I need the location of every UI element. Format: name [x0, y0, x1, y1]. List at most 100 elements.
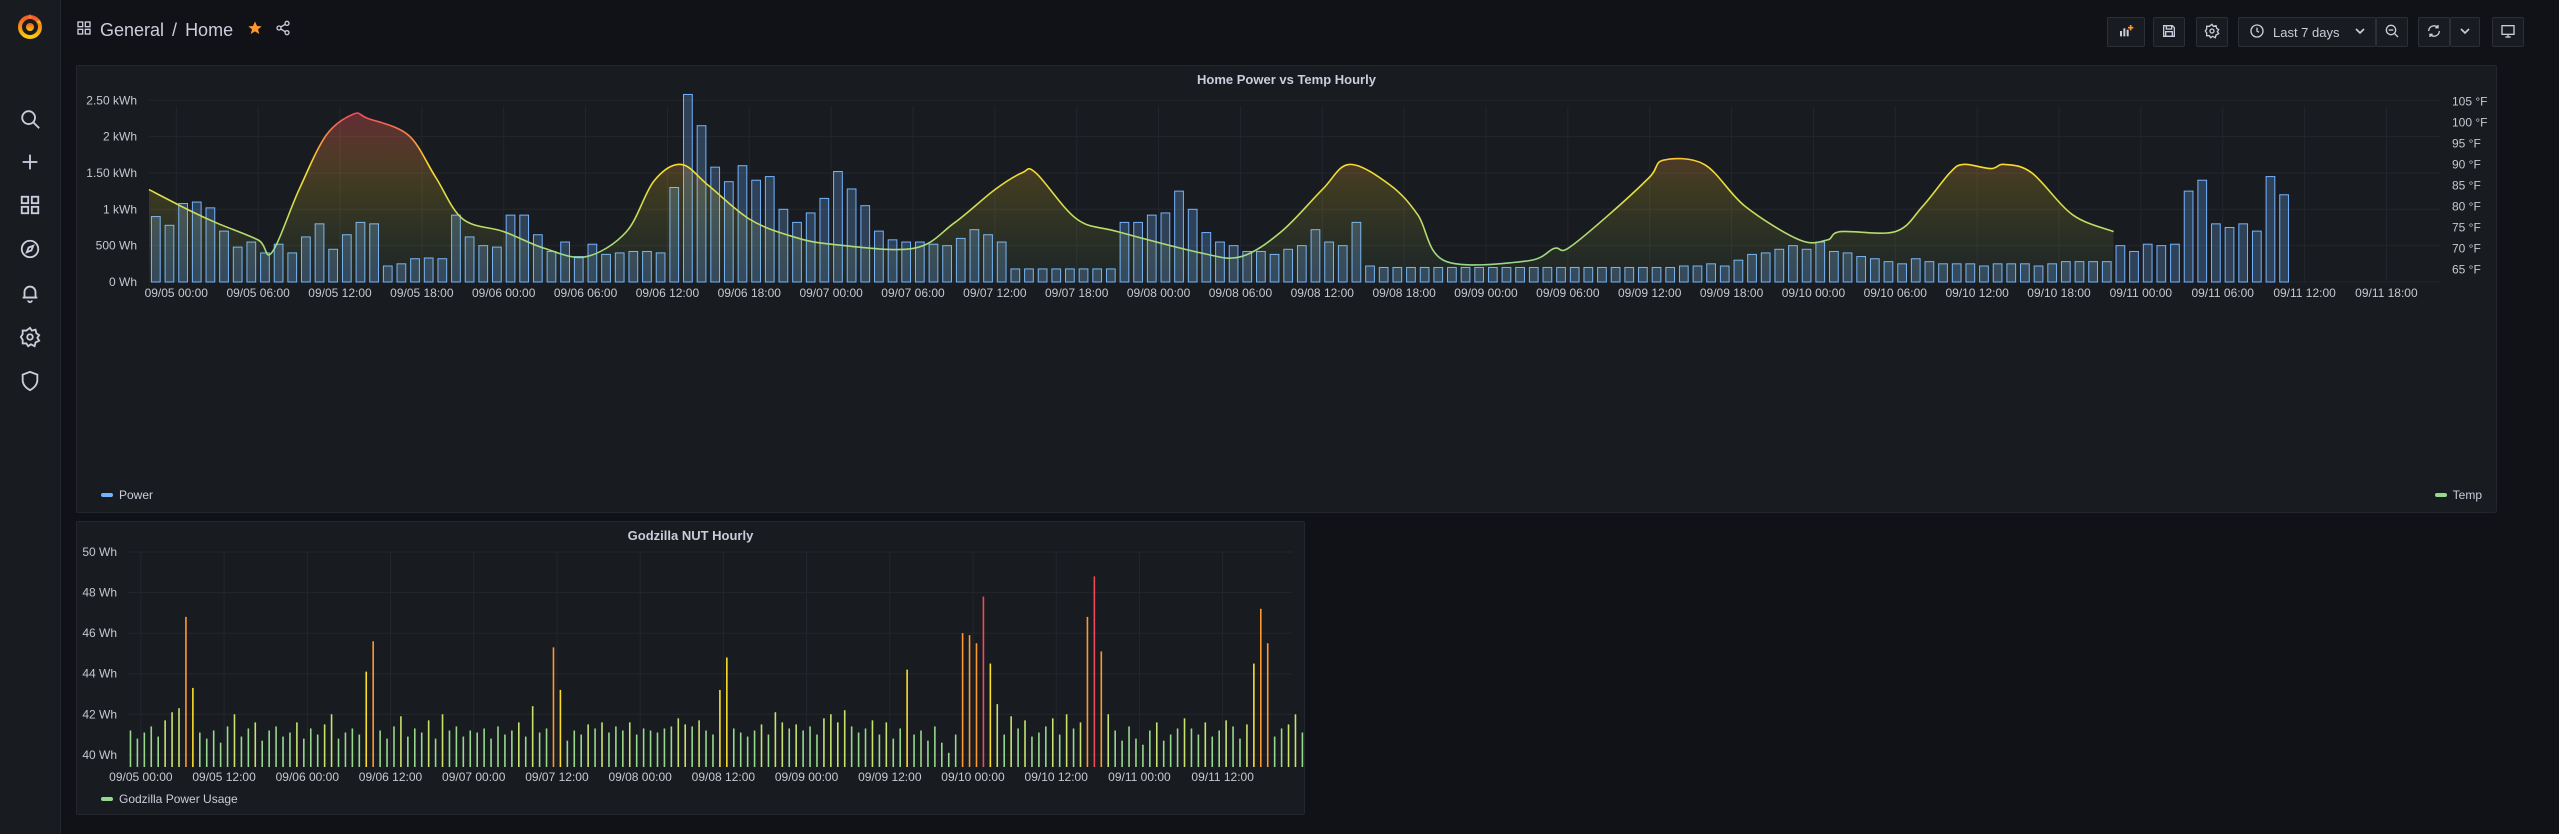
time-range-picker[interactable]: Last 7 days [2238, 17, 2376, 47]
legend-godzilla[interactable]: Godzilla Power Usage [101, 792, 238, 806]
y-tick-label: 44 Wh [82, 667, 117, 681]
x-tick-label: 09/10 00:00 [1782, 286, 1846, 300]
refresh-interval-dropdown[interactable] [2450, 17, 2480, 47]
y-tick-label: 1.50 kWh [86, 166, 137, 180]
power-bar [2279, 194, 2289, 283]
x-tick-label: 09/05 00:00 [109, 770, 173, 784]
temp-area [149, 112, 2114, 282]
y-tick-label: 42 Wh [82, 707, 117, 721]
x-tick-label: 09/11 12:00 [1191, 770, 1254, 784]
power-bar [2142, 243, 2153, 283]
y2-tick-label: 95 °F [2452, 136, 2481, 150]
save-icon [2161, 23, 2177, 42]
y2-tick-label: 65 °F [2452, 262, 2481, 276]
x-tick-label: 09/05 18:00 [390, 286, 454, 300]
x-tick-label: 09/10 12:00 [1945, 286, 2009, 300]
x-tick-label: 09/11 12:00 [2273, 286, 2336, 300]
sidebar [0, 0, 61, 834]
breadcrumb-dashboard[interactable]: Home [185, 20, 233, 41]
share-icon[interactable] [275, 20, 291, 41]
shield-icon[interactable] [18, 369, 42, 393]
top-nav-bar: General / Home Last 7 days [60, 0, 2559, 64]
y-tick-label: 1 kWh [103, 202, 137, 216]
chevron-down-icon [2457, 23, 2473, 42]
y-tick-label: 48 Wh [82, 586, 117, 600]
x-tick-label: 09/07 18:00 [1045, 286, 1109, 300]
y-tick-label: 0 Wh [109, 275, 137, 289]
gear-icon[interactable] [18, 325, 42, 349]
zoom-out-button[interactable] [2376, 17, 2408, 47]
zoom-out-icon [2384, 23, 2400, 42]
add-panel-button[interactable] [2107, 17, 2145, 47]
x-tick-label: 09/08 00:00 [608, 770, 672, 784]
x-tick-label: 09/07 12:00 [525, 770, 589, 784]
y-tick-label: 2 kWh [103, 130, 137, 144]
settings-icon [2204, 22, 2220, 42]
x-tick-label: 09/06 12:00 [359, 770, 423, 784]
dashboards-icon[interactable] [18, 193, 42, 217]
x-tick-label: 09/11 18:00 [2355, 286, 2418, 300]
x-tick-label: 09/10 12:00 [1025, 770, 1089, 784]
refresh-icon [2426, 23, 2442, 42]
dashboard-settings-button[interactable] [2196, 17, 2228, 47]
explore-icon[interactable] [18, 237, 42, 261]
save-dashboard-button[interactable] [2153, 17, 2185, 47]
power-bar [2170, 243, 2180, 283]
y2-tick-label: 85 °F [2452, 178, 2481, 192]
power-bar [2211, 223, 2221, 283]
power-temp-chart: 0 Wh 500 Wh 1 kWh 1.50 kWh 2 kWh 2.50 kWh 65 °… [86, 93, 2487, 300]
x-tick-label: 09/06 06:00 [554, 286, 618, 300]
grid-icon [76, 20, 92, 41]
x-tick-label: 09/08 18:00 [1372, 286, 1436, 300]
x-tick-label: 09/07 00:00 [799, 286, 863, 300]
refresh-button[interactable] [2418, 17, 2450, 47]
x-tick-label: 09/08 12:00 [692, 770, 756, 784]
legend-swatch [2434, 493, 2447, 497]
time-range-label: Last 7 days [2273, 24, 2340, 40]
power-bar [2183, 190, 2194, 283]
y2-tick-label: 90 °F [2452, 157, 2481, 171]
y2-tick-label: 100 °F [2452, 115, 2487, 129]
y2-tick-label: 75 °F [2452, 220, 2481, 234]
add-panel-icon [2118, 23, 2134, 42]
x-tick-label: 09/11 00:00 [1108, 770, 1171, 784]
y2-tick-label: 80 °F [2452, 199, 2481, 213]
panel-godzilla-nut[interactable]: Godzilla NUT Hourly 40 Wh 42 Wh 44 Wh 46 Wh… [76, 521, 1305, 815]
x-tick-label: 09/07 12:00 [963, 286, 1027, 300]
y-tick-label: 46 Wh [82, 626, 117, 640]
x-tick-label: 09/05 12:00 [308, 286, 372, 300]
x-tick-label: 09/07 00:00 [442, 770, 506, 784]
x-tick-label: 09/11 06:00 [2191, 286, 2254, 300]
power-bar [2129, 250, 2139, 283]
x-tick-label: 09/05 00:00 [145, 286, 209, 300]
alert-bell-icon[interactable] [18, 281, 42, 305]
legend-temp[interactable]: Temp [2434, 488, 2482, 502]
legend-swatch [101, 493, 113, 497]
search-icon[interactable] [18, 107, 42, 131]
x-tick-label: 09/09 06:00 [1536, 286, 1600, 300]
x-tick-label: 09/06 18:00 [718, 286, 782, 300]
power-bar [2197, 179, 2208, 283]
x-tick-label: 09/08 06:00 [1209, 286, 1273, 300]
panel-home-power-temp[interactable]: Home Power vs Temp Hourly 0 Wh 500 Wh 1 kW… [76, 65, 2497, 513]
star-icon[interactable] [247, 20, 263, 41]
legend-label: Power [119, 488, 154, 502]
x-tick-label: 09/08 12:00 [1291, 286, 1355, 300]
godzilla-nut-chart: 40 Wh 42 Wh 44 Wh 46 Wh 48 Wh 50 Wh 09/05 00:0… [82, 545, 1304, 784]
power-bar [2224, 226, 2235, 283]
grafana-logo-icon[interactable] [15, 12, 45, 42]
x-tick-label: 09/06 12:00 [636, 286, 700, 300]
power-bar [2156, 245, 2167, 283]
plus-icon[interactable] [18, 150, 42, 174]
plot-area: 40 Wh 42 Wh 44 Wh 46 Wh 48 Wh 50 Wh 09/05 00:0… [82, 545, 1304, 784]
x-tick-label: 09/10 00:00 [941, 770, 1005, 784]
legend-power[interactable]: Power [101, 488, 153, 502]
y-tick-label: 500 Wh [96, 239, 137, 253]
power-bar [2251, 230, 2262, 283]
x-tick-label: 09/09 00:00 [775, 770, 839, 784]
x-tick-label: 09/11 00:00 [2110, 286, 2173, 300]
tv-mode-button[interactable] [2492, 17, 2524, 47]
breadcrumb-folder[interactable]: General [100, 20, 164, 41]
x-tick-label: 09/09 18:00 [1700, 286, 1764, 300]
legend-swatch [101, 797, 113, 801]
